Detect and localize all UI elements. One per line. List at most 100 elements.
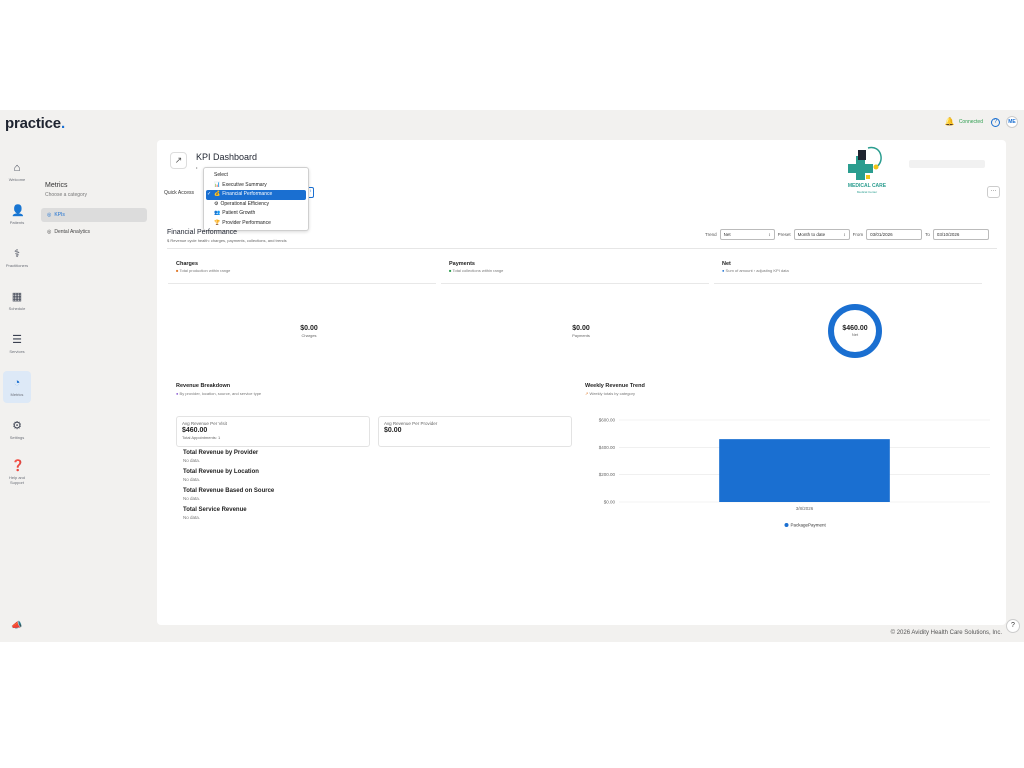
nav-item-services[interactable]: ☰ Services bbox=[0, 322, 34, 365]
help-fab-button[interactable]: ? bbox=[1006, 619, 1020, 633]
circle-icon: ● bbox=[176, 391, 179, 396]
value-label: Payments bbox=[572, 333, 590, 338]
footer-copyright: © 2026 Avidity Health Care Solutions, In… bbox=[890, 630, 1002, 636]
x-tick-label: 3/8/2026 bbox=[796, 506, 814, 511]
nav-item-help[interactable]: ❓ Help and Support bbox=[0, 451, 34, 494]
preset-value: Month to date bbox=[797, 232, 826, 237]
dropdown-option-label: Operational Efficiency bbox=[220, 200, 270, 207]
y-tick-label: $200.00 bbox=[599, 472, 616, 477]
connection-status: Connected bbox=[958, 119, 983, 125]
title-subtext: • bbox=[196, 165, 198, 170]
practitioners-icon: ⚕ bbox=[14, 247, 20, 260]
app-shell: practice. 🔔 Connected ? ME ⌂ Welcome 👤 P… bbox=[0, 110, 1024, 642]
list-title: Total Revenue by Location bbox=[183, 469, 259, 475]
nav-item-welcome[interactable]: ⌂ Welcome bbox=[0, 150, 34, 193]
bar-chart-icon: 📊 bbox=[214, 181, 221, 188]
kpi-sub: Total Appointments: 1 bbox=[182, 435, 221, 440]
legend-label: PackagePayment bbox=[791, 523, 827, 528]
kpi-label: Avg Revenue Per Visit bbox=[182, 421, 227, 426]
value-label: Net bbox=[851, 332, 859, 337]
trend-value: Net bbox=[723, 232, 731, 237]
dropdown-option-executive-summary[interactable]: 📊 Executive Summary bbox=[206, 181, 306, 191]
revenue-breakdown-title: Revenue Breakdown bbox=[176, 383, 231, 389]
subtitle-text: Weekly totals by category bbox=[589, 391, 635, 396]
money-bag-icon: 💰 bbox=[214, 191, 221, 197]
nav-item-settings[interactable]: ⚙ Settings bbox=[0, 408, 34, 451]
from-date-value: 03/01/2026 bbox=[870, 232, 893, 237]
target-icon: ◎ bbox=[47, 212, 52, 218]
help-icon[interactable]: ? bbox=[991, 117, 1000, 127]
y-tick-label: $400.00 bbox=[599, 445, 616, 450]
divider bbox=[167, 248, 997, 249]
trend-chart-icon: ↗ bbox=[170, 152, 187, 169]
list-note: No data. bbox=[183, 458, 201, 463]
submenu-description: Choose a category bbox=[45, 192, 87, 198]
app-logo[interactable]: practice. bbox=[5, 115, 65, 132]
metric-description: ■ Total collections within range bbox=[449, 268, 503, 273]
dollar-icon: $ bbox=[167, 238, 170, 243]
metric-card-charges: Charges ■ Total production within range bbox=[168, 261, 436, 284]
metric-title: Charges bbox=[176, 261, 199, 267]
metric-title: Net bbox=[722, 261, 731, 267]
submenu-title: Metrics bbox=[45, 182, 68, 189]
legend-marker bbox=[784, 523, 789, 527]
trend-icon: ↗ bbox=[585, 391, 589, 396]
to-date-input[interactable]: 03/10/2026 bbox=[932, 229, 989, 240]
revenue-breakdown-subtitle: ● By provider, location, source, and ser… bbox=[176, 391, 261, 396]
quick-access-label: Quick Access bbox=[164, 190, 195, 196]
weekly-revenue-chart: $0.00 $200.00 $400.00 $600.00 3/8/2026 Packag… bbox=[599, 418, 990, 528]
megaphone-icon[interactable]: 📣 bbox=[11, 620, 22, 631]
weekly-trend-title: Weekly Revenue Trend bbox=[585, 383, 645, 389]
list-item: Total Revenue by Location No data. bbox=[183, 469, 274, 488]
revenue-breakdown-panel: Avg Revenue Per Visit $460.00 Total Appo… bbox=[176, 404, 583, 532]
dropdown-option-patient-growth[interactable]: 👥 Patient Growth bbox=[206, 209, 306, 219]
metric-title: Payments bbox=[449, 261, 475, 267]
list-note: No data. bbox=[183, 515, 201, 520]
weekly-trend-subtitle: ↗ Weekly totals by category bbox=[585, 391, 635, 396]
list-title: Total Revenue Based on Source bbox=[183, 488, 275, 494]
filter-bar: Trend Net ↕ Preset Month to date ↕ From … bbox=[705, 229, 989, 240]
dropdown-option-label: Patient Growth bbox=[222, 210, 256, 216]
dashboard-card: ↗ KPI Dashboard • Quick Access ↕ Select … bbox=[157, 140, 1006, 625]
header-placeholder bbox=[909, 160, 985, 168]
kpi-avg-revenue-per-provider: Avg Revenue Per Provider $0.00 bbox=[378, 416, 572, 447]
charges-value: $0.00 Charges bbox=[269, 325, 349, 338]
nav-label: Schedule bbox=[8, 305, 26, 311]
layers-icon: ☰ bbox=[12, 333, 22, 346]
submenu-item-kpis[interactable]: ◎ KPIs bbox=[41, 208, 147, 222]
dropdown-option-financial-performance[interactable]: ✓ 💰 Financial Performance bbox=[206, 190, 306, 200]
dropdown-option-operational-efficiency[interactable]: ⚙ Operational Efficiency bbox=[206, 200, 306, 210]
brand-tagline: Medical Center bbox=[856, 190, 878, 194]
help-circle-icon: ❓ bbox=[11, 460, 25, 472]
nav-label: Patients bbox=[9, 219, 25, 225]
nav-item-practitioners[interactable]: ⚕ Practitioners bbox=[0, 236, 34, 279]
sidebar-nav: ⌂ Welcome 👤 Patients ⚕ Practitioners ▦ S… bbox=[0, 150, 34, 494]
bell-icon[interactable]: 🔔 bbox=[945, 118, 955, 126]
more-options-button[interactable]: ··· bbox=[987, 186, 1000, 198]
nav-label: Welcome bbox=[8, 176, 26, 182]
dropdown-option-label: Executive Summary bbox=[222, 181, 267, 188]
nav-item-schedule[interactable]: ▦ Schedule bbox=[0, 279, 34, 322]
submenu-item-dental-analytics[interactable]: ◎ Dental Analytics bbox=[41, 225, 147, 239]
check-icon: ✓ bbox=[207, 191, 212, 197]
nav-label: Services bbox=[9, 348, 25, 354]
preset-select[interactable]: Month to date ↕ bbox=[793, 229, 850, 240]
value-text: $460.00 bbox=[842, 325, 868, 332]
metric-card-net: Net ● Sum of amount › adjusting KPI data bbox=[714, 261, 982, 284]
metric-description: ● Sum of amount › adjusting KPI data bbox=[722, 268, 789, 273]
list-note: No data. bbox=[183, 496, 201, 501]
brand-name: MEDICAL CARE bbox=[847, 183, 887, 189]
top-right-bar: 🔔 Connected ? ME bbox=[945, 116, 1018, 128]
from-date-input[interactable]: 03/01/2026 bbox=[866, 229, 923, 240]
dropdown-option-label: Provider Performance bbox=[222, 219, 271, 226]
nav-item-patients[interactable]: 👤 Patients bbox=[0, 193, 34, 236]
submenu-item-label: Dental Analytics bbox=[54, 229, 90, 235]
value-label: Charges bbox=[301, 333, 317, 338]
nav-item-metrics[interactable]: ◔ Metrics bbox=[0, 365, 34, 408]
dropdown-option-provider-performance[interactable]: 🏆 Provider Performance bbox=[206, 219, 306, 229]
dropdown-option-select[interactable]: Select bbox=[206, 171, 306, 181]
avatar[interactable]: ME bbox=[1006, 116, 1018, 128]
financial-performance-subtitle: $ Revenue cycle health: charges, payment… bbox=[167, 238, 287, 243]
trend-select[interactable]: Net ↕ bbox=[719, 229, 775, 240]
metric-description: ■ Total production within range bbox=[176, 268, 230, 273]
